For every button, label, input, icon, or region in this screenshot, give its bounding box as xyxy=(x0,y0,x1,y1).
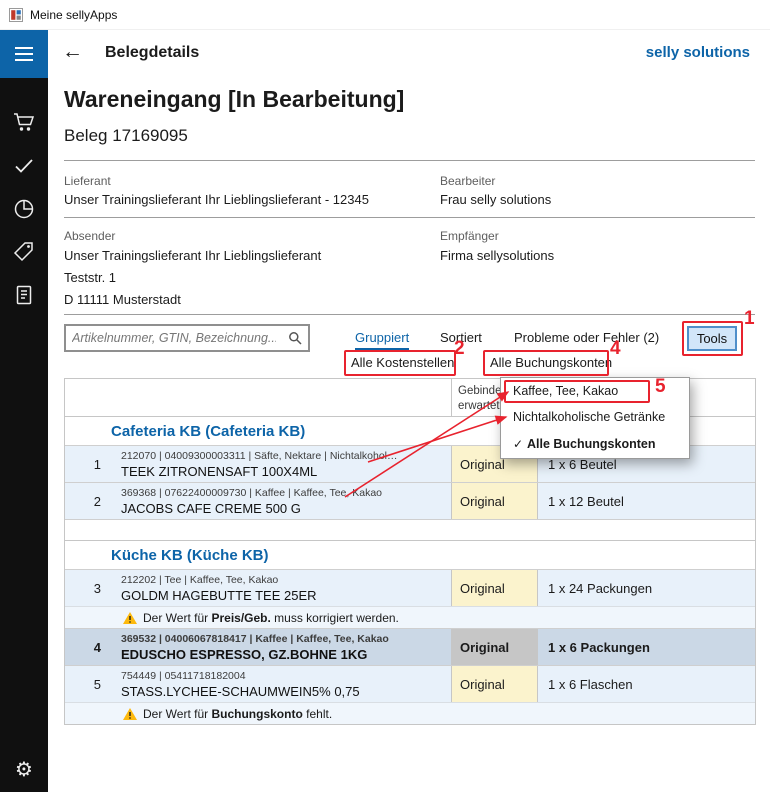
gebinde-qty-cell[interactable]: 1 x 6 Flaschen xyxy=(538,666,755,702)
menu-button[interactable] xyxy=(0,30,48,78)
search-box xyxy=(64,324,310,352)
check-icon: ✓ xyxy=(513,437,527,451)
gebinde-qty-cell[interactable]: 1 x 12 Beutel xyxy=(538,483,755,519)
row-number: 4 xyxy=(65,629,111,665)
absender-line1: Unser Trainingslieferant Ihr Lieblingsli… xyxy=(64,248,321,263)
tag-icon xyxy=(12,240,36,264)
row-number: 2 xyxy=(65,483,111,519)
gebinde-qty-cell[interactable]: 1 x 24 Packungen xyxy=(538,570,755,606)
tab-gruppiert[interactable]: Gruppiert xyxy=(355,330,409,350)
article-meta: 369532 | 04006067818417 | Kaffee | Kaffe… xyxy=(121,633,445,645)
article-name: EDUSCHO ESPRESSO, GZ.BOHNE 1KG xyxy=(121,647,445,662)
group-header-kueche[interactable]: Küche KB (Küche KB) xyxy=(65,540,755,569)
search-button[interactable] xyxy=(282,331,308,345)
tab-sortiert[interactable]: Sortiert xyxy=(440,330,482,345)
dropdown-item-alle[interactable]: ✓ Alle Buchungskonten xyxy=(501,430,689,458)
absender-label: Absender xyxy=(64,229,115,243)
row-number: 5 xyxy=(65,666,111,702)
divider xyxy=(64,314,755,315)
lieferant-value: Unser Trainingslieferant Ihr Lieblingsli… xyxy=(64,192,369,207)
back-button[interactable]: ← xyxy=(62,40,83,64)
absender-line2: Teststr. 1 xyxy=(64,270,116,285)
document-number: Beleg 17169095 xyxy=(64,126,188,146)
empfaenger-label: Empfänger xyxy=(440,229,499,243)
annotation-number-1: 1 xyxy=(744,308,755,330)
window-title: Meine sellyApps xyxy=(30,8,117,22)
article-meta: 212202 | Tee | Kaffee, Tee, Kakao xyxy=(121,574,445,586)
pie-chart-icon xyxy=(12,197,36,221)
title-bar: Meine sellyApps xyxy=(0,0,770,30)
hamburger-icon xyxy=(15,47,33,49)
gebinde-qty-cell[interactable]: 1 x 6 Packungen xyxy=(538,629,755,665)
table-row[interactable]: 2 369368 | 07622400009730 | Kaffee | Kaf… xyxy=(65,482,755,519)
ledger-button[interactable] xyxy=(12,282,36,308)
brand-link[interactable]: selly solutions xyxy=(646,44,750,61)
warning-icon xyxy=(123,708,137,720)
tab-probleme[interactable]: Probleme oder Fehler (2) xyxy=(514,330,659,345)
tasks-button[interactable] xyxy=(12,153,36,179)
warning-text: Der Wert für Buchungskonto fehlt. xyxy=(143,707,332,721)
app-icon xyxy=(9,8,23,22)
cart-button[interactable] xyxy=(12,109,36,135)
table-row-selected[interactable]: 4 369532 | 04006067818417 | Kaffee | Kaf… xyxy=(65,628,755,665)
gebinde-status-cell[interactable]: Original xyxy=(451,570,538,606)
sidebar: ⚙ xyxy=(0,30,48,792)
gebinde-status-cell[interactable]: Original xyxy=(451,483,538,519)
main-content: Wareneingang [In Bearbeitung] Beleg 1716… xyxy=(48,78,770,792)
filter-kostenstellen[interactable]: Alle Kostenstellen xyxy=(351,355,454,370)
gear-icon: ⚙ xyxy=(15,757,33,782)
article-name: TEEK ZITRONENSAFT 100X4ML xyxy=(121,464,445,479)
bearbeiter-label: Bearbeiter xyxy=(440,174,495,188)
lieferant-label: Lieferant xyxy=(64,174,111,188)
empfaenger-value: Firma sellysolutions xyxy=(440,248,554,263)
check-icon xyxy=(12,154,36,178)
tools-button[interactable]: Tools xyxy=(687,326,737,351)
tags-button[interactable] xyxy=(12,239,36,265)
gebinde-status-cell[interactable]: Original xyxy=(451,666,538,702)
warning-text: Der Wert für Preis/Geb. muss korrigiert … xyxy=(143,611,399,625)
dropdown-item-kaffee[interactable]: Kaffee, Tee, Kakao xyxy=(501,378,689,404)
divider xyxy=(64,217,755,218)
cart-icon xyxy=(12,110,36,134)
divider xyxy=(64,160,755,161)
gebinde-status-cell[interactable]: Original xyxy=(451,629,538,665)
row-number: 3 xyxy=(65,570,111,606)
absender-line3: D 11111 Musterstadt xyxy=(64,292,181,307)
group-spacer xyxy=(65,519,755,540)
dropdown-item-nichtalkoholisch[interactable]: Nichtalkoholische Getränke xyxy=(501,404,689,430)
article-name: GOLDM HAGEBUTTE TEE 25ER xyxy=(121,588,445,603)
settings-button[interactable]: ⚙ xyxy=(12,756,36,782)
book-icon xyxy=(12,283,36,307)
search-icon xyxy=(288,331,302,345)
warning-icon xyxy=(123,612,137,624)
app-window: Meine sellyApps xyxy=(0,0,770,792)
reports-button[interactable] xyxy=(12,196,36,222)
bearbeiter-value: Frau selly solutions xyxy=(440,192,551,207)
article-meta: 212070 | 04009300003311 | Säfte, Nektare… xyxy=(121,450,445,462)
article-name: STASS.LYCHEE-SCHAUMWEIN5% 0,75 xyxy=(121,684,445,699)
row-number: 1 xyxy=(65,446,111,482)
page-header-title: Belegdetails xyxy=(105,44,199,62)
article-name: JACOBS CAFE CREME 500 G xyxy=(121,501,445,516)
warning-row: Der Wert für Buchungskonto fehlt. xyxy=(65,702,755,724)
buchungskonten-dropdown: Kaffee, Tee, Kakao Nichtalkoholische Get… xyxy=(500,377,690,459)
table-row[interactable]: 3 212202 | Tee | Kaffee, Tee, Kakao GOLD… xyxy=(65,569,755,606)
page-header: ← Belegdetails selly solutions xyxy=(48,30,770,78)
search-input[interactable] xyxy=(66,331,282,345)
article-meta: 369368 | 07622400009730 | Kaffee | Kaffe… xyxy=(121,487,445,499)
document-title: Wareneingang [In Bearbeitung] xyxy=(64,86,404,113)
article-meta: 754449 | 05411718182004 xyxy=(121,670,445,682)
filter-buchungskonten[interactable]: Alle Buchungskonten xyxy=(490,355,612,370)
table-row[interactable]: 5 754449 | 05411718182004 STASS.LYCHEE-S… xyxy=(65,665,755,702)
warning-row: Der Wert für Preis/Geb. muss korrigiert … xyxy=(65,606,755,628)
